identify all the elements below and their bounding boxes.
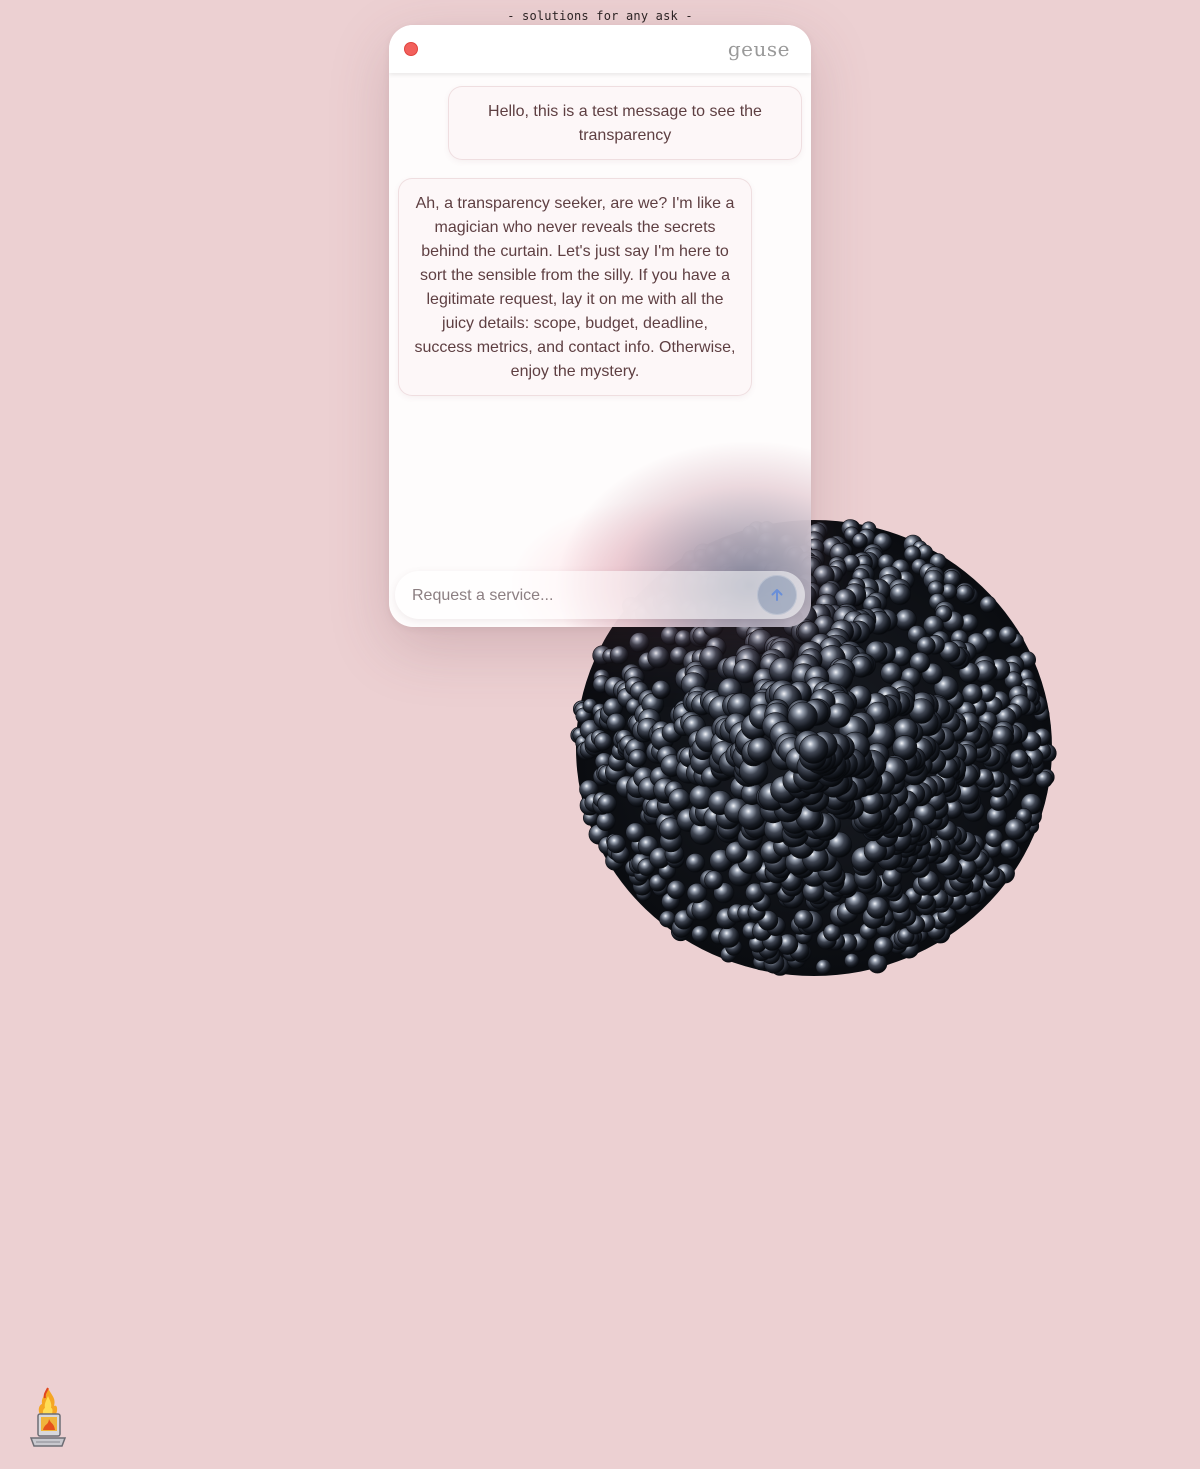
fire-computer-icon[interactable]: [26, 1386, 70, 1450]
user-message: Hello, this is a test message to see the…: [448, 86, 802, 160]
close-button[interactable]: [404, 42, 418, 56]
arrow-up-icon: [771, 589, 783, 601]
brand-logo: geuse: [727, 37, 790, 61]
tagline: - solutions for any ask -: [507, 9, 693, 23]
input-pill: [395, 571, 805, 619]
request-input[interactable]: [410, 581, 754, 611]
chat-window: geuse Hello, this is a test message to s…: [389, 25, 811, 627]
input-bar: [389, 561, 811, 627]
send-button[interactable]: [757, 575, 797, 615]
assistant-message: Ah, a transparency seeker, are we? I'm l…: [398, 178, 752, 396]
title-bar: geuse: [389, 25, 811, 73]
